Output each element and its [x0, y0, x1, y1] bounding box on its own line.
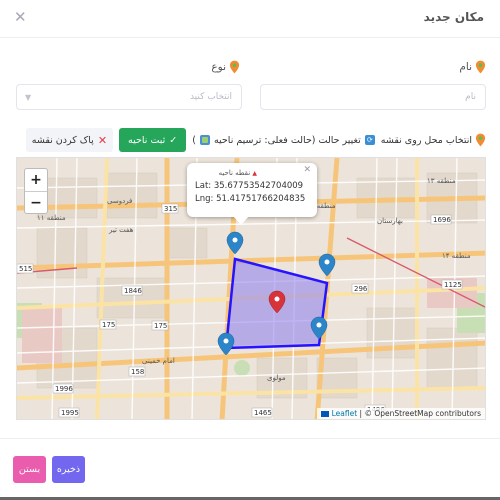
svg-text:1465: 1465 [254, 409, 272, 417]
refresh-icon: ⟳ [364, 135, 375, 145]
svg-text:515: 515 [19, 265, 32, 273]
map-pin-icon [475, 133, 486, 147]
svg-text:امام خمینی: امام خمینی [142, 357, 175, 365]
zoom-out-button[interactable]: − [25, 191, 47, 213]
type-select[interactable]: انتخاب کنید ▼ [16, 84, 242, 110]
svg-text:بهارستان: بهارستان [377, 217, 403, 225]
popup-title: ▲ نقطه ناحیه [195, 169, 309, 177]
change-mode-toggle[interactable]: ⟳ تغییر حالت (حالت فعلی: ترسیم ناحیه ) [192, 135, 375, 146]
map-toolbar: انتخاب محل روی نقشه ⟳ تغییر حالت (حالت ف… [25, 128, 486, 152]
check-icon: ✓ [169, 134, 178, 146]
type-placeholder: انتخاب کنید [189, 92, 232, 102]
svg-text:منطقه ۱۴: منطقه ۱۴ [442, 252, 471, 260]
close-button[interactable]: بستن [13, 456, 46, 483]
svg-text:مولوی: مولوی [267, 374, 286, 382]
name-input[interactable]: نام [260, 84, 486, 110]
svg-text:1846: 1846 [124, 287, 142, 295]
svg-text:فردوسی: فردوسی [107, 197, 132, 205]
svg-text:منطقه ۱۳: منطقه ۱۳ [427, 177, 456, 185]
chevron-down-icon: ▼ [25, 93, 32, 102]
svg-text:296: 296 [354, 285, 368, 293]
name-placeholder: نام [465, 92, 476, 102]
type-label: نوع [211, 60, 240, 74]
type-label-text: نوع [211, 61, 226, 73]
name-label: نام [459, 60, 486, 74]
clear-map-label: پاک کردن نقشه [31, 134, 94, 146]
change-mode-suffix: ) [192, 134, 196, 146]
zoom-control: + − [24, 168, 48, 214]
svg-text:1996: 1996 [55, 385, 73, 393]
popup-lat: Lat: 35.67753542704009 [195, 181, 304, 191]
save-button[interactable]: ذخیره [52, 456, 85, 483]
map-view[interactable]: منطقه ۱۱ منطقه ۱۲ منطقه ۱۳ منطقه ۱۴ هفت … [16, 157, 486, 420]
modal-title: مکان جدید [423, 10, 484, 24]
popup-lng: Lng: 51.41751766204835 [195, 194, 306, 204]
close-icon[interactable]: ✕ [14, 8, 27, 26]
close-icon[interactable]: ✕ [303, 165, 311, 175]
zoom-in-button[interactable]: + [25, 169, 47, 191]
change-mode-text: تغییر حالت (حالت فعلی: ترسیم ناحیه [213, 134, 361, 146]
submit-area-button[interactable]: ✓ ثبت ناحیه [119, 128, 187, 152]
map-select-label-text: انتخاب محل روی نقشه [380, 134, 472, 146]
svg-text:منطقه ۱۱: منطقه ۱۱ [37, 214, 66, 222]
leaflet-link[interactable]: Leaflet [332, 409, 358, 418]
svg-text:175: 175 [154, 322, 167, 330]
map-pin-icon [229, 60, 240, 74]
svg-text:1125: 1125 [444, 281, 462, 289]
modal-footer: ذخیره بستن [0, 438, 500, 498]
map-mode-icon [199, 135, 210, 145]
svg-text:هفت تیر: هفت تیر [108, 226, 134, 234]
svg-text:158: 158 [131, 368, 144, 376]
map-attribution: Leaflet | © OpenStreetMap contributors [317, 408, 485, 419]
svg-text:315: 315 [164, 205, 177, 213]
submit-area-label: ثبت ناحیه [128, 134, 166, 146]
popup-title-text: نقطه ناحیه [218, 169, 251, 177]
svg-text:1995: 1995 [61, 409, 79, 417]
name-label-text: نام [459, 61, 472, 73]
modal-header: مکان جدید ✕ [0, 0, 500, 38]
clear-map-button[interactable]: ✕ پاک کردن نقشه [25, 128, 114, 152]
map-pin-icon [475, 60, 486, 74]
map-select-label: انتخاب محل روی نقشه [381, 133, 486, 147]
flag-icon [321, 411, 330, 417]
svg-text:175: 175 [102, 321, 115, 329]
svg-text:1696: 1696 [433, 216, 451, 224]
new-location-modal: مکان جدید ✕ نام نام نوع انتخاب کنید ▼ ان… [0, 0, 500, 500]
marker-icon: ▲ [252, 170, 257, 177]
marker-popup: ✕ ▲ نقطه ناحیه Lat: 35.67753542704009 Ln… [187, 163, 317, 217]
popup-tip [233, 216, 249, 225]
osm-attribution: | © OpenStreetMap contributors [357, 409, 481, 418]
close-icon: ✕ [97, 133, 108, 147]
